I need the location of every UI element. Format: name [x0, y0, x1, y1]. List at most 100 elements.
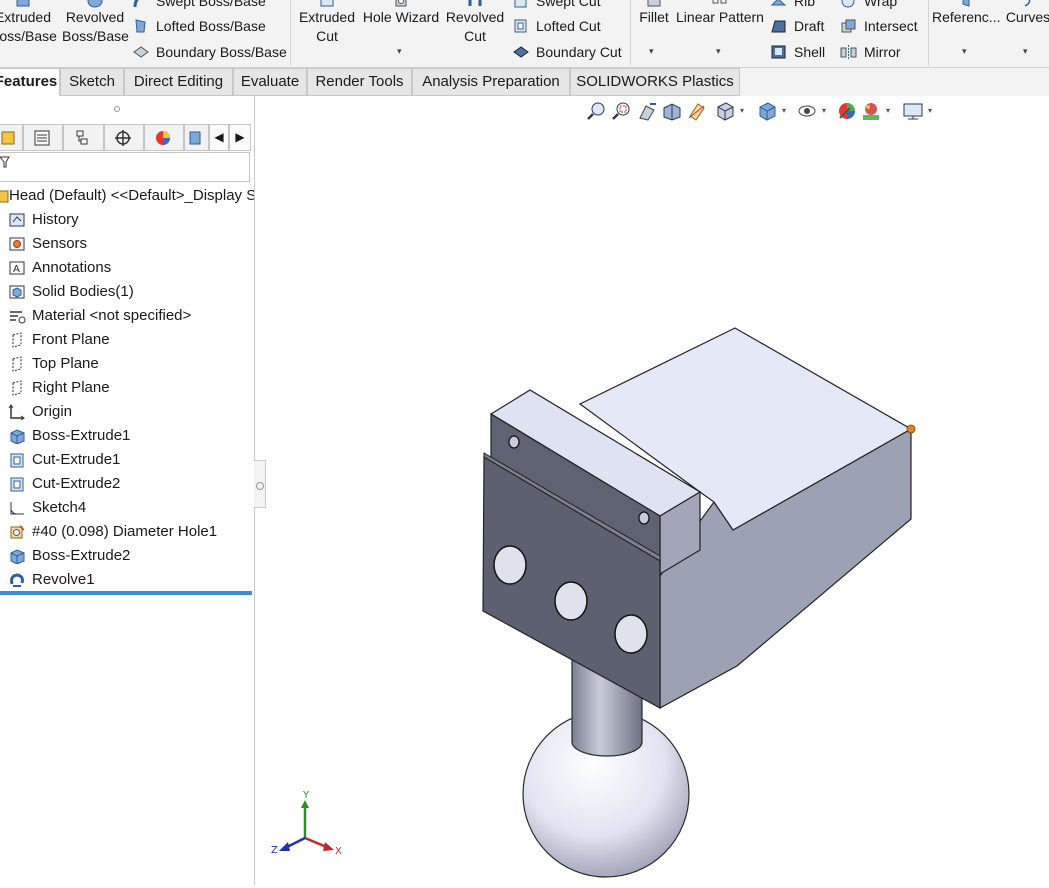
extruded-boss-base-button[interactable]: Extruded Boss/Base	[0, 0, 57, 46]
tree-item[interactable]: History	[0, 208, 254, 232]
manager-tabs-scroll-right[interactable]: ▶	[229, 124, 251, 151]
tab-features[interactable]: Features	[0, 68, 60, 96]
reference-geometry-button[interactable]: Referenc...	[932, 0, 1000, 27]
boundary-cut-button[interactable]: Boundary Cut	[510, 43, 622, 61]
configuration-manager-tab[interactable]	[63, 124, 104, 151]
curves-dropdown-icon[interactable]: ▾	[1023, 46, 1028, 57]
tab-sketch[interactable]: Sketch	[60, 68, 124, 96]
tab-analysis-preparation[interactable]: Analysis Preparation	[412, 68, 570, 96]
tree-item[interactable]: Solid Bodies(1)	[0, 280, 254, 304]
reference-geometry-dropdown-icon[interactable]: ▾	[962, 46, 967, 57]
reference-triad: Y X Z	[271, 790, 342, 857]
cut-extrude-icon	[10, 477, 24, 492]
lip-hole-left[interactable]	[508, 435, 520, 449]
extruded-cut-button[interactable]: Extruded Cut	[294, 0, 360, 46]
tree-item-label: Cut-Extrude2	[32, 475, 121, 492]
lofted-boss-base-button[interactable]: Lofted Boss/Base	[130, 17, 266, 35]
tab-direct-editing[interactable]: Direct Editing	[124, 68, 233, 96]
front-hole-3[interactable]	[614, 614, 648, 654]
manager-tabs-scroll-left[interactable]: ◀	[209, 124, 229, 151]
ribbon-separator	[290, 0, 291, 66]
shell-button[interactable]: Shell	[768, 43, 825, 61]
tree-item[interactable]: Material <not specified>	[0, 304, 254, 328]
display-manager-icon	[156, 131, 170, 145]
lip-hole-right[interactable]	[638, 511, 650, 525]
triad-y-arrow	[301, 800, 309, 808]
tree-item[interactable]: Top Plane	[0, 352, 254, 376]
tree-item[interactable]: Boss-Extrude1	[0, 424, 254, 448]
hole-wizard-dropdown-icon[interactable]: ▾	[397, 46, 402, 57]
tree-item-label: Boss-Extrude2	[32, 547, 131, 564]
tree-item[interactable]: Revolve1	[0, 568, 254, 592]
filter-icon[interactable]	[0, 156, 10, 171]
wrap-button[interactable]: Wrap	[838, 0, 897, 10]
fillet-button[interactable]: Fillet	[634, 0, 674, 27]
ribbon-separator	[928, 0, 929, 66]
hole-wizard-icon	[395, 0, 407, 7]
property-manager-tab[interactable]	[23, 124, 63, 151]
tree-item[interactable]: Right Plane	[0, 376, 254, 400]
feature-manager-tab[interactable]	[0, 124, 23, 151]
revolved-boss-base-button[interactable]: Revolved Boss/Base	[62, 0, 129, 46]
boundary-boss-label: Boundary Boss/Base	[156, 44, 287, 60]
dimxpert-manager-tab[interactable]	[104, 124, 144, 151]
front-hole-2[interactable]	[554, 581, 588, 621]
hole-icon	[10, 525, 25, 539]
rib-button[interactable]: Rib	[768, 0, 815, 10]
extruded-cut-icon	[320, 0, 334, 7]
tree-item-label: #40 (0.098) Diameter Hole1	[32, 523, 218, 540]
curves-label: Curves	[1005, 9, 1049, 25]
selected-vertex-point[interactable]	[906, 424, 916, 434]
tree-item[interactable]: Cut-Extrude1	[0, 448, 254, 472]
panel-splitter-grip[interactable]	[114, 106, 120, 112]
tab-evaluate[interactable]: Evaluate	[233, 68, 307, 96]
swept-boss-base-button[interactable]: Swept Boss/Base	[130, 0, 266, 10]
tree-item-label: History	[32, 211, 79, 228]
tree-item[interactable]: Boss-Extrude2	[0, 544, 254, 568]
extra-manager-icon	[189, 131, 201, 145]
model-viewport[interactable]: Y X Z	[255, 96, 1049, 885]
linear-pattern-dropdown-icon[interactable]: ▾	[716, 46, 721, 57]
front-hole-1[interactable]	[493, 545, 527, 585]
tree-item-label: Origin	[32, 403, 73, 420]
linear-pattern-button[interactable]: Linear Pattern	[676, 0, 764, 27]
tree-item-label: Annotations	[32, 259, 112, 276]
boundary-boss-base-button[interactable]: Boundary Boss/Base	[130, 43, 287, 61]
graphics-area[interactable]: Y X Z	[255, 96, 1049, 885]
curves-button[interactable]: Curves	[1004, 0, 1049, 27]
plane-icon	[12, 332, 22, 348]
rollback-bar[interactable]	[0, 591, 252, 595]
tree-root-part[interactable]: Head (Default) <<Default>_Display S	[0, 184, 254, 208]
annotations-icon: A	[9, 261, 25, 275]
feature-tree-filter-input[interactable]	[0, 152, 250, 182]
extruded-cut-label-2: Cut	[316, 28, 338, 44]
tree-item[interactable]: Origin	[0, 400, 254, 424]
part-head-model[interactable]	[482, 327, 916, 878]
tree-item[interactable]: Front Plane	[0, 328, 254, 352]
tree-item[interactable]: Cut-Extrude2	[0, 472, 254, 496]
revolved-cut-button[interactable]: Revolved Cut	[442, 0, 508, 46]
extra-manager-tab[interactable]	[184, 124, 209, 151]
swept-cut-button[interactable]: Swept Cut	[510, 0, 601, 10]
tab-solidworks-plastics[interactable]: SOLIDWORKS Plastics	[570, 68, 740, 96]
linear-pattern-label: Linear Pattern	[676, 9, 764, 25]
revolve-icon	[10, 573, 24, 587]
tree-item[interactable]: A Annotations	[0, 256, 254, 280]
extruded-boss-icon	[16, 0, 30, 7]
dimxpert-icon	[115, 130, 131, 146]
lofted-cut-button[interactable]: Lofted Cut	[510, 17, 601, 35]
tab-render-tools[interactable]: Render Tools	[307, 68, 412, 96]
intersect-button[interactable]: Intersect	[838, 17, 918, 35]
draft-icon	[771, 20, 786, 33]
extruded-boss-label-2: Boss/Base	[0, 28, 57, 44]
tree-item[interactable]: #40 (0.098) Diameter Hole1	[0, 520, 254, 544]
tree-item[interactable]: Sketch4	[0, 496, 254, 520]
tree-item[interactable]: Sensors	[0, 232, 254, 256]
display-manager-tab[interactable]	[144, 124, 184, 151]
hole-wizard-button[interactable]: Hole Wizard	[362, 0, 440, 27]
fillet-dropdown-icon[interactable]: ▾	[649, 46, 654, 57]
draft-label: Draft	[794, 18, 825, 34]
draft-button[interactable]: Draft	[768, 17, 824, 35]
mirror-button[interactable]: Mirror	[838, 43, 901, 61]
curves-icon	[1024, 0, 1031, 7]
